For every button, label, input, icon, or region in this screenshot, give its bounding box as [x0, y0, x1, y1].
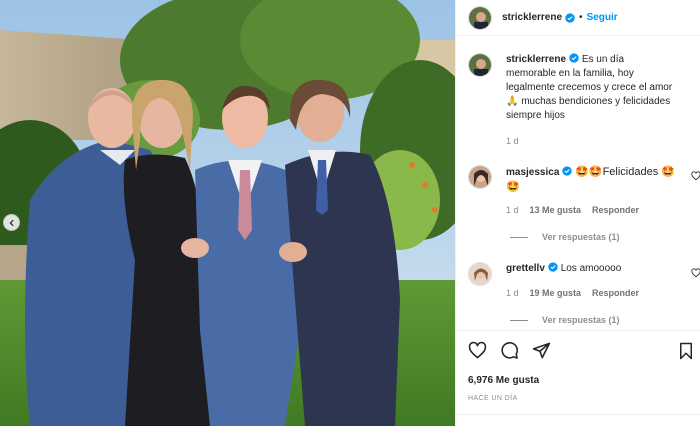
verified-badge-icon	[569, 53, 579, 63]
follow-button[interactable]: Seguir	[587, 12, 618, 23]
post-timestamp[interactable]: HACE UN DÍA	[468, 395, 518, 402]
heart-icon[interactable]	[468, 341, 487, 360]
caption-body: stricklerrene Es un día memorable en la …	[506, 53, 676, 123]
commenter-avatar[interactable]	[468, 262, 492, 286]
carousel-prev-button[interactable]	[3, 214, 20, 231]
replies-divider	[510, 236, 528, 238]
author-avatar[interactable]	[468, 5, 492, 30]
comment-like-heart-icon[interactable]	[691, 171, 700, 181]
caption-meta: 1 d	[506, 136, 519, 146]
comment-text: Los amooooo	[560, 263, 622, 274]
view-replies-label: Ver respuestas (1)	[542, 232, 620, 242]
bookmark-icon[interactable]	[677, 342, 695, 360]
comment-username[interactable]: masjessica	[506, 167, 559, 178]
verified-badge-icon	[548, 262, 558, 272]
reply-button[interactable]: Responder	[592, 288, 639, 298]
view-replies-button[interactable]: Ver respuestas (1)	[510, 232, 620, 242]
comment-age: 1 d	[506, 288, 519, 298]
comment-username[interactable]: grettellv	[506, 263, 545, 274]
comment-like-heart-icon[interactable]	[691, 268, 700, 278]
comment-icon[interactable]	[500, 341, 519, 360]
chevron-left-icon	[9, 219, 14, 226]
instagram-post-modal: stricklerrene • Seguir stricklerrene Es …	[0, 0, 700, 426]
caption-username[interactable]: stricklerrene	[506, 54, 566, 65]
comment-body: grettellv Los amooooo	[506, 262, 676, 286]
caption-age: 1 d	[506, 136, 519, 146]
action-icons-row	[468, 341, 695, 360]
author-username[interactable]: stricklerrene	[502, 12, 562, 23]
comment-likes[interactable]: 19 Me gusta	[530, 288, 582, 298]
reply-button[interactable]: Responder	[592, 205, 639, 215]
comment-age: 1 d	[506, 205, 519, 215]
like-count[interactable]: 6,976 Me gusta	[468, 375, 539, 386]
separator-dot: •	[579, 12, 583, 23]
view-replies-label: Ver respuestas (1)	[542, 315, 620, 325]
caption-item: stricklerrene Es un día memorable en la …	[468, 53, 676, 123]
commenter-avatar[interactable]	[468, 165, 492, 189]
comment-meta: 1 d 19 Me gusta Responder	[506, 288, 639, 298]
post-header: stricklerrene • Seguir	[456, 0, 700, 36]
comment-item: masjessica 🤩🤩Felicidades 🤩🤩	[468, 165, 676, 195]
view-replies-button[interactable]: Ver respuestas (1)	[510, 315, 620, 325]
replies-divider	[510, 319, 528, 321]
comment-body: masjessica 🤩🤩Felicidades 🤩🤩	[506, 165, 676, 195]
post-sidebar: stricklerrene • Seguir stricklerrene Es …	[455, 0, 700, 426]
post-actions: 6,976 Me gusta HACE UN DÍA	[456, 330, 700, 426]
family-photo-illustration	[0, 0, 455, 426]
comment-meta: 1 d 13 Me gusta Responder	[506, 205, 639, 215]
comments-list[interactable]: stricklerrene Es un día memorable en la …	[456, 37, 700, 330]
divider	[456, 414, 700, 415]
author-avatar[interactable]	[468, 53, 492, 77]
post-photo[interactable]	[0, 0, 455, 426]
comment-item: grettellv Los amooooo	[468, 262, 676, 286]
verified-badge-icon	[565, 12, 575, 23]
share-icon[interactable]	[532, 341, 551, 360]
comment-likes[interactable]: 13 Me gusta	[530, 205, 582, 215]
verified-badge-icon	[562, 166, 573, 176]
